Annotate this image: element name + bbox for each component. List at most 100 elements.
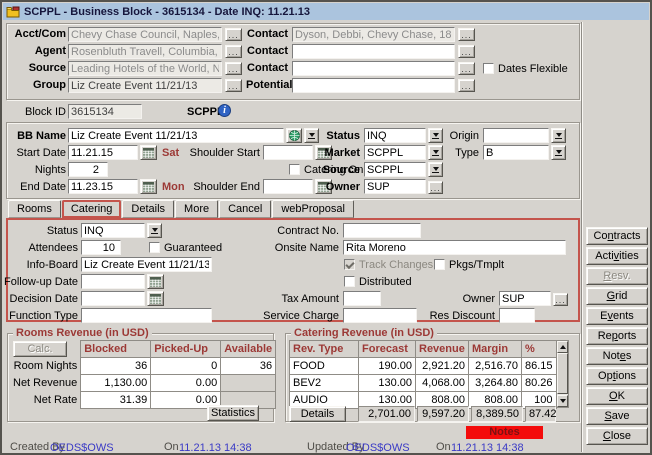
bb-name-field[interactable] — [68, 128, 284, 143]
source-block-label: Source — [308, 164, 360, 177]
followup-calendar-button[interactable] — [147, 274, 164, 289]
contract-no-field[interactable] — [343, 223, 421, 238]
details-button[interactable]: Details — [289, 406, 346, 422]
source-block-field[interactable] — [364, 162, 426, 177]
rev-type-cell[interactable]: FOOD — [290, 358, 359, 375]
source-lov-button[interactable]: ... — [225, 62, 242, 75]
rooms-revenue-title: Rooms Revenue (in USD) — [13, 327, 152, 339]
scroll-up-arrow-icon[interactable] — [557, 341, 568, 353]
tab-more[interactable]: More — [175, 200, 218, 218]
app-folder-icon — [6, 6, 20, 18]
contact2-lov-button[interactable]: ... — [458, 45, 475, 58]
contact3-lov-button[interactable]: ... — [458, 62, 475, 75]
contact1-lov-button[interactable]: ... — [458, 28, 475, 41]
agent-field[interactable] — [68, 44, 222, 59]
rev-type-cell[interactable]: BEV2 — [290, 375, 359, 392]
tab-webproposal[interactable]: webProposal — [272, 200, 354, 218]
revenue-cell[interactable]: 4,068.00 — [416, 375, 469, 392]
activities-button[interactable]: Activities — [586, 247, 648, 265]
start-date-field[interactable] — [68, 145, 138, 160]
source-dropdown-button[interactable] — [428, 162, 443, 177]
revenue-cell[interactable]: 2,921.20 — [416, 358, 469, 375]
events-button[interactable]: Events — [586, 307, 648, 325]
statistics-button[interactable]: Statistics — [207, 405, 259, 421]
type-field[interactable] — [483, 145, 549, 160]
save-button[interactable]: Save — [586, 407, 648, 425]
attendees-field[interactable] — [81, 240, 121, 255]
globe-icon — [289, 130, 300, 141]
shoulder-start-field[interactable] — [263, 145, 313, 160]
close-button[interactable]: Close — [586, 427, 648, 445]
updated-by-value: OEDS$OWS — [346, 442, 410, 455]
function-type-field[interactable] — [81, 308, 212, 323]
margin-cell[interactable]: 3,264.80 — [469, 375, 522, 392]
cat-owner-lov-button[interactable]: ... — [553, 293, 568, 306]
status-field[interactable] — [364, 128, 426, 143]
margin-cell[interactable]: 2,516.70 — [469, 358, 522, 375]
acct-com-lov-button[interactable]: ... — [225, 28, 242, 41]
owner-lov-button[interactable]: ... — [428, 181, 443, 194]
service-charge-field[interactable] — [343, 308, 417, 323]
forecast-cell[interactable]: 190.00 — [359, 358, 416, 375]
onsite-name-field[interactable] — [343, 240, 566, 255]
reports-button[interactable]: Reports — [586, 327, 648, 345]
potential-lov-button[interactable]: ... — [458, 79, 475, 92]
group-field[interactable] — [68, 78, 222, 93]
pct-cell[interactable]: 80.26 — [522, 375, 557, 392]
res-discount-field[interactable] — [499, 308, 535, 323]
start-date-calendar-button[interactable] — [140, 145, 157, 160]
contact2-field[interactable] — [292, 44, 455, 59]
info-board-field[interactable] — [81, 257, 212, 272]
dates-flexible-checkbox[interactable] — [483, 63, 494, 74]
info-icon[interactable]: i — [218, 104, 231, 117]
end-date-field[interactable] — [68, 179, 138, 194]
origin-dropdown-button[interactable] — [551, 128, 566, 143]
options-button[interactable]: Options — [586, 367, 648, 385]
forecast-cell[interactable]: 130.00 — [359, 375, 416, 392]
owner-field[interactable] — [364, 179, 426, 194]
source-field[interactable] — [68, 61, 222, 76]
cat-status-field[interactable] — [81, 223, 145, 238]
catering-only-checkbox[interactable] — [289, 164, 300, 175]
shoulder-end-field[interactable] — [263, 179, 313, 194]
scrollbar-thumb[interactable] — [557, 353, 568, 394]
origin-field[interactable] — [483, 128, 549, 143]
notes-indicator-badge[interactable]: Notes — [466, 426, 543, 439]
agent-lov-button[interactable]: ... — [225, 45, 242, 58]
nights-label: Nights — [4, 164, 66, 177]
pct-cell[interactable]: 86.15 — [522, 358, 557, 375]
contracts-button[interactable]: Contracts — [586, 227, 648, 245]
catering-revenue-scrollbar[interactable] — [556, 340, 569, 408]
type-dropdown-button[interactable] — [551, 145, 566, 160]
tab-cancel[interactable]: Cancel — [219, 200, 271, 218]
distributed-checkbox[interactable] — [344, 276, 355, 287]
origin-label: Origin — [435, 130, 479, 143]
cat-owner-field[interactable] — [499, 291, 551, 306]
scroll-down-arrow-icon[interactable] — [557, 395, 568, 407]
decision-date-field[interactable] — [81, 291, 145, 306]
tab-catering[interactable]: Catering — [62, 200, 122, 218]
market-field[interactable] — [364, 145, 426, 160]
contact1-label: Contact — [246, 28, 288, 41]
guaranteed-checkbox[interactable] — [149, 242, 160, 253]
followup-date-field[interactable] — [81, 274, 145, 289]
tax-amount-field[interactable] — [343, 291, 381, 306]
contact3-field[interactable] — [292, 61, 455, 76]
ok-button[interactable]: OK — [586, 387, 648, 405]
end-date-calendar-button[interactable] — [140, 179, 157, 194]
ellipsis-icon: ... — [228, 66, 239, 73]
decision-calendar-button[interactable] — [147, 291, 164, 306]
notes-button[interactable]: Notes — [586, 347, 648, 365]
pkgs-tmplt-checkbox[interactable] — [434, 259, 445, 270]
nights-field[interactable] — [68, 162, 108, 177]
potential-field[interactable] — [292, 78, 455, 93]
tab-details[interactable]: Details — [122, 200, 174, 218]
group-lov-button[interactable]: ... — [225, 79, 242, 92]
globe-button[interactable] — [286, 128, 302, 143]
contact1-field[interactable] — [292, 27, 455, 42]
grid-button[interactable]: Grid — [586, 287, 648, 305]
cat-status-dropdown-button[interactable] — [147, 223, 162, 238]
room-nights-blocked: 36 — [81, 358, 151, 375]
tab-rooms[interactable]: Rooms — [8, 200, 61, 218]
acct-com-field[interactable] — [68, 27, 222, 42]
